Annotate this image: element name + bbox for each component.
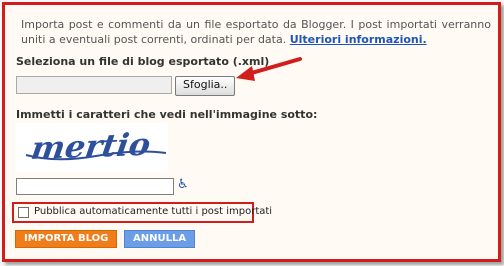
- red-arrow-annotation: [236, 57, 302, 81]
- auto-publish-option: Pubblica automaticamente tutti i post im…: [12, 202, 272, 223]
- browse-button[interactable]: Sfoglia..: [175, 76, 236, 96]
- captcha-label: Immetti i caratteri che vedi nell'immagi…: [16, 108, 318, 121]
- intro-text: Importa post e commenti da un file espor…: [21, 17, 491, 47]
- more-info-link[interactable]: Ulteriori informazioni.: [290, 33, 427, 46]
- captcha-text: mertio: [29, 127, 153, 167]
- captcha-image: mertio: [16, 123, 168, 172]
- file-select-label: Seleziona un file di blog esportato (.xm…: [16, 55, 270, 68]
- import-blog-button[interactable]: IMPORTA BLOG: [15, 230, 118, 248]
- captcha-distorted-text: mertio: [25, 127, 167, 167]
- cancel-button[interactable]: ANNULLA: [124, 230, 196, 248]
- auto-publish-label[interactable]: Pubblica automaticamente tutti i post im…: [34, 206, 272, 217]
- file-path-field[interactable]: [16, 76, 172, 94]
- auto-publish-checkbox[interactable]: [18, 207, 29, 218]
- captcha-input[interactable]: [16, 178, 174, 195]
- wheelchair-icon[interactable]: ♿: [177, 177, 189, 192]
